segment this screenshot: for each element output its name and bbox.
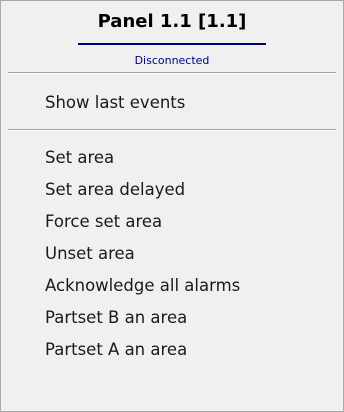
menu-header: Panel 1.1 [1.1] Disconnected bbox=[1, 1, 343, 71]
panel-title: Panel 1.1 [1.1] bbox=[97, 11, 247, 32]
menu-item-acknowledge-all-alarms[interactable]: Acknowledge all alarms bbox=[3, 270, 341, 302]
connection-status: Disconnected bbox=[134, 54, 210, 67]
menu-item-set-area[interactable]: Set area bbox=[3, 142, 341, 174]
menu-item-show-last-events[interactable]: Show last events bbox=[3, 87, 341, 119]
context-menu: Panel 1.1 [1.1] Disconnected Show last e… bbox=[0, 0, 344, 412]
menu-item-unset-area[interactable]: Unset area bbox=[3, 238, 341, 270]
menu-item-set-area-delayed[interactable]: Set area delayed bbox=[3, 174, 341, 206]
menu-item-partset-b-area[interactable]: Partset B an area bbox=[3, 302, 341, 334]
menu-separator bbox=[8, 129, 336, 131]
menu-item-partset-a-area[interactable]: Partset A an area bbox=[3, 334, 341, 366]
menu-separator bbox=[8, 72, 336, 74]
title-underline bbox=[78, 43, 266, 45]
menu-item-force-set-area[interactable]: Force set area bbox=[3, 206, 341, 238]
